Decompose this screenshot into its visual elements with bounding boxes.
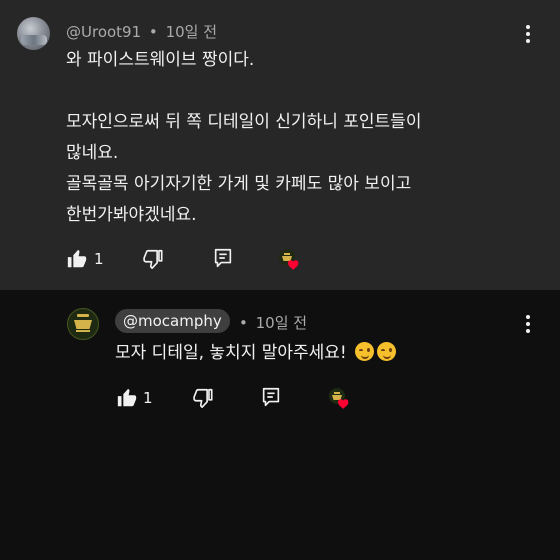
mocamphy-avatar[interactable] <box>67 308 99 340</box>
reply-header: • 10일 전 <box>236 312 307 333</box>
comment-header: @Uroot91 • 10일 전 <box>66 21 217 42</box>
comment-time[interactable]: 10일 전 <box>166 23 217 41</box>
reply-text: 모자 디테일, 놓치지 말아주세요! <box>115 343 347 363</box>
user-avatar[interactable] <box>17 17 50 50</box>
brand-logo-icon <box>74 314 92 332</box>
reply-time[interactable]: 10일 전 <box>256 314 307 332</box>
comment-thread: @Uroot91 • 10일 전 와 파이스트웨이브 짱이다. 모자인으로써 뒤… <box>0 0 560 290</box>
meta-separator: • <box>239 314 248 332</box>
like-count: 1 <box>143 389 153 407</box>
reply-author[interactable]: @mocamphy <box>115 309 230 333</box>
meta-separator: • <box>148 23 158 41</box>
thumb-up-icon[interactable] <box>116 387 138 409</box>
more-vert-icon[interactable] <box>518 24 538 46</box>
reply-icon[interactable] <box>212 247 234 269</box>
winking-face-emoji <box>377 342 397 361</box>
thumb-up-icon[interactable] <box>66 248 88 270</box>
comment-author[interactable]: @Uroot91 <box>66 23 141 41</box>
creator-heart-icon[interactable] <box>278 248 300 270</box>
reply-body: 모자 디테일, 놓치지 말아주세요! <box>115 338 397 369</box>
comment-text: 와 파이스트웨이브 짱이다. 모자인으로써 뒤 쪽 디테일이 신기하니 포인트들… <box>66 50 422 225</box>
winking-face-emoji <box>355 342 375 361</box>
reply-icon[interactable] <box>260 386 282 408</box>
like-count: 1 <box>94 250 104 268</box>
thumb-down-icon[interactable] <box>142 248 164 270</box>
more-vert-icon[interactable] <box>518 314 538 336</box>
creator-heart-icon[interactable] <box>328 387 350 409</box>
thumb-down-icon[interactable] <box>192 387 214 409</box>
